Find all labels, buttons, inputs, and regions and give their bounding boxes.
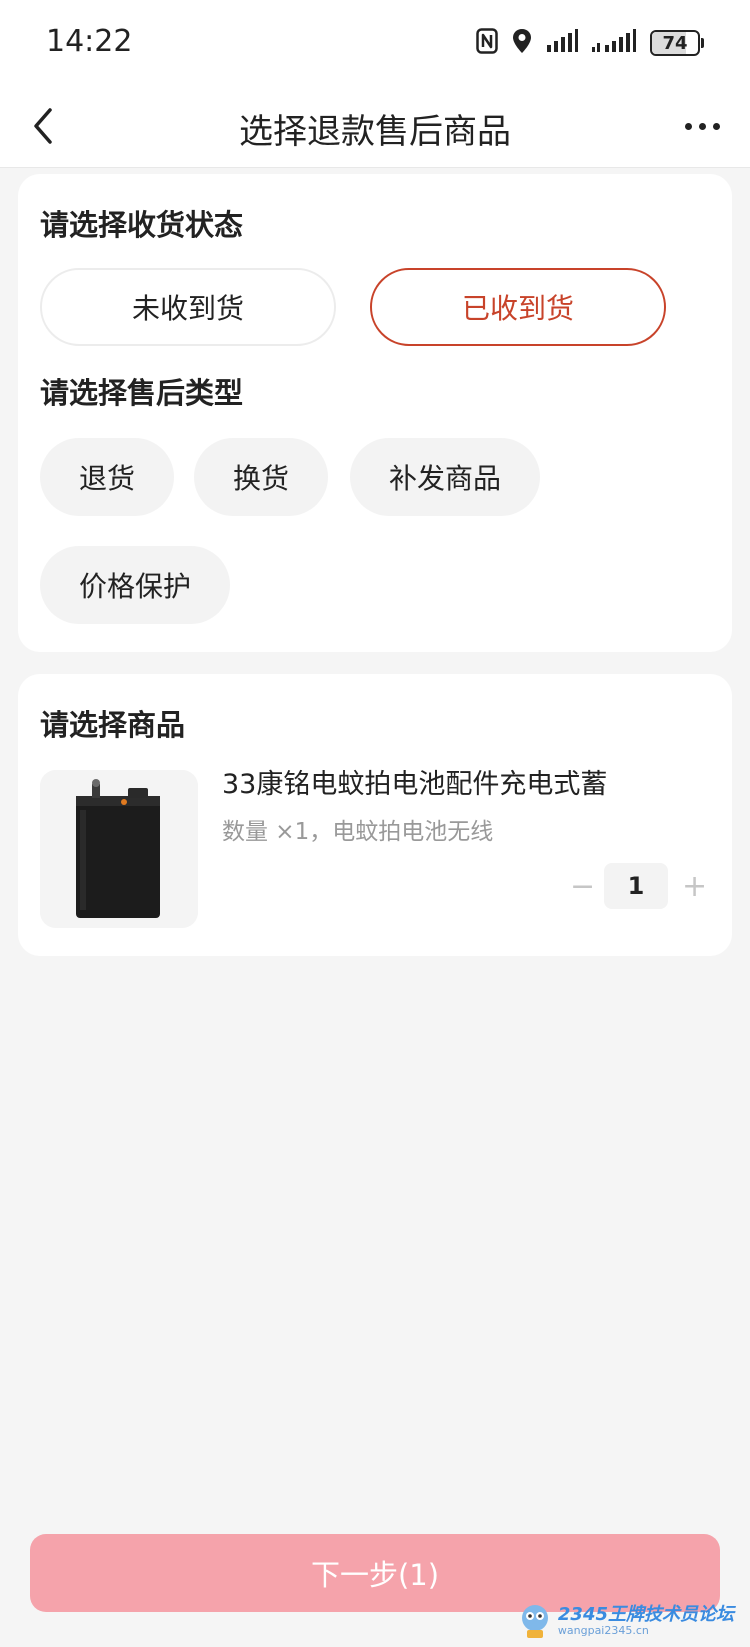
increment-button[interactable]: + [682, 869, 707, 904]
status-bar: 14:22 74 [0, 0, 750, 84]
option-not-received[interactable]: 未收到货 [40, 268, 336, 346]
option-received[interactable]: 已收到货 [370, 268, 666, 346]
mascot-icon [521, 1605, 548, 1638]
location-icon [512, 28, 532, 58]
type-price-protection[interactable]: 价格保护 [40, 546, 230, 624]
more-button[interactable] [674, 102, 730, 150]
signal-icon [592, 29, 636, 57]
type-exchange[interactable]: 换货 [194, 438, 328, 516]
product-card: 请选择商品 33康铭电蚊拍电池配件充电式蓄 数量 ×1，电蚊拍电池无线 − 1 … [18, 674, 732, 956]
decrement-button[interactable]: − [570, 869, 595, 904]
battery-icon: 74 [650, 30, 704, 56]
product-spec: 数量 ×1，电蚊拍电池无线 [222, 819, 494, 845]
after-sale-type-title: 请选择售后类型 [40, 376, 244, 410]
nav-bar: 选择退款售后商品 [0, 84, 750, 168]
status-icons: 74 [476, 26, 704, 60]
quantity-value[interactable]: 1 [604, 863, 668, 909]
battery-level: 74 [662, 32, 688, 54]
watermark-url: wangpai2345.cn [557, 1624, 649, 1637]
nfc-icon [476, 28, 498, 58]
receipt-status-title: 请选择收货状态 [40, 208, 244, 242]
type-return[interactable]: 退货 [40, 438, 174, 516]
select-product-title: 请选择商品 [40, 708, 186, 742]
status-time: 14:22 [46, 24, 133, 59]
product-title[interactable]: 33康铭电蚊拍电池配件充电式蓄 [222, 762, 607, 801]
after-sale-options-card: 请选择收货状态 未收到货 已收到货 请选择售后类型 退货 换货 补发商品 价格保… [18, 174, 732, 652]
more-horizontal-icon [684, 122, 692, 130]
watermark: 2345王牌技术员论坛 wangpai2345.cn [518, 1600, 734, 1642]
page-title: 选择退款售后商品 [239, 112, 511, 152]
type-reissue[interactable]: 补发商品 [350, 438, 540, 516]
product-image [40, 770, 198, 928]
signal-icon [546, 29, 578, 57]
quantity-stepper: − 1 + [570, 862, 707, 910]
watermark-brand: 2345王牌技术员论坛 [557, 1604, 734, 1625]
